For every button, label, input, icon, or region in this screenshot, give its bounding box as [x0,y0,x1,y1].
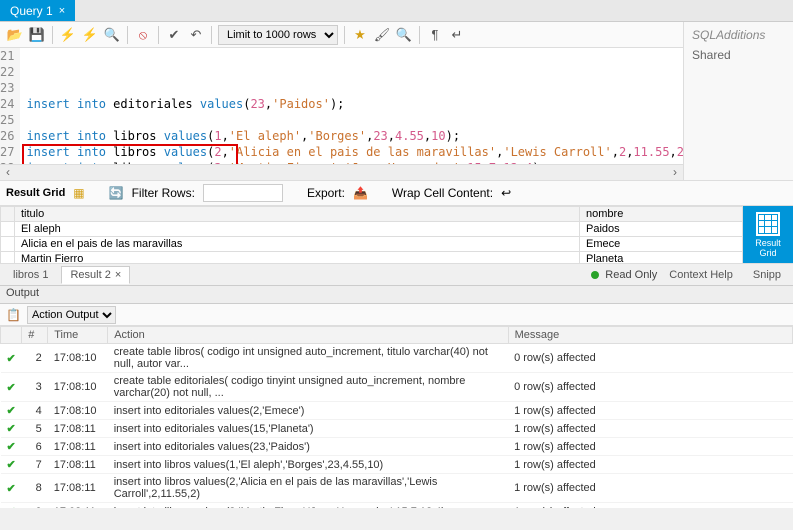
output-row[interactable]: ✔917:08:11insert into libros values(3,'M… [1,503,793,509]
result-tabs: libros 1 Result 2 × Read Only Context He… [0,264,793,286]
commit-icon[interactable]: ✔ [165,26,183,44]
read-only-label: Read Only [605,269,657,281]
stop-icon[interactable]: ⦸ [134,26,152,44]
refresh-icon[interactable]: 🔄 [109,186,124,200]
filter-input[interactable] [203,184,283,202]
output-row[interactable]: ✔817:08:11insert into libros values(2,'A… [1,474,793,503]
output-row[interactable]: ✔517:08:11insert into editoriales values… [1,420,793,438]
result-grid-label: Result Grid [6,187,65,199]
wrap-label: Wrap Cell Content: [392,186,493,200]
output-row[interactable]: ✔217:08:10create table libros( codigo in… [1,344,793,373]
wrap-icon[interactable]: ↵ [448,26,466,44]
result-grid-icon[interactable]: ▦ [73,186,84,200]
beautify-icon[interactable]: 🖌 [373,26,391,44]
find-icon[interactable]: 🔍 [395,26,413,44]
output-row[interactable]: ✔417:08:10insert into editoriales values… [1,402,793,420]
side-title: SQLAdditions [692,28,785,42]
sql-editor[interactable]: 21222324252627282930 insert into editori… [0,48,683,164]
wrap-cell-icon[interactable]: ↩ [501,186,511,200]
export-label: Export: [307,186,345,200]
tab-libros-1[interactable]: libros 1 [4,266,57,284]
grid-icon [756,212,780,236]
output-table[interactable]: #TimeActionMessage✔217:08:10create table… [0,326,793,508]
output-header: Output [0,286,793,304]
execute-icon[interactable]: ⚡ [59,26,77,44]
rollback-icon[interactable]: ↶ [187,26,205,44]
export-icon[interactable]: 📤 [353,186,368,200]
editor-hscroll[interactable]: ‹ › [0,164,683,180]
tab-query-1[interactable]: Query 1 × [0,0,75,21]
output-row[interactable]: ✔717:08:11insert into libros values(1,'E… [1,456,793,474]
filter-label: Filter Rows: [132,186,195,200]
side-shared[interactable]: Shared [692,48,785,62]
close-icon[interactable]: × [115,269,121,281]
close-icon[interactable]: × [59,5,65,17]
context-help-tab[interactable]: Context Help [661,266,741,284]
result-grid-tab[interactable]: Result Grid [743,206,793,263]
editor-toolbar: 📂 💾 ⚡ ⚡ 🔍 ⦸ ✔ ↶ Limit to 1000 rows ★ 🖌 🔍… [0,22,683,48]
execute-step-icon[interactable]: ⚡ [81,26,99,44]
snippets-tab[interactable]: Snipp [745,266,789,284]
save-icon[interactable]: 💾 [28,26,46,44]
tab-result-2[interactable]: Result 2 × [61,266,130,284]
open-file-icon[interactable]: 📂 [6,26,24,44]
output-row[interactable]: ✔617:08:11insert into editoriales values… [1,438,793,456]
line-gutter: 21222324252627282930 [0,48,20,164]
explain-icon[interactable]: 🔍 [103,26,121,44]
toggle-invisible-icon[interactable]: ¶ [426,26,444,44]
result-toolbar: Result Grid ▦ 🔄 Filter Rows: Export: 📤 W… [0,180,793,206]
output-row[interactable]: ✔317:08:10create table editoriales( codi… [1,373,793,402]
output-action-bar: 📋 Action Output [0,304,793,326]
status-dot-icon [591,271,599,279]
action-output-select[interactable]: Action Output [27,306,116,324]
output-list-icon[interactable]: 📋 [6,308,21,322]
query-tab-bar: Query 1 × [0,0,793,22]
code-area[interactable]: insert into editoriales values(23,'Paido… [20,48,683,164]
scroll-right-icon[interactable]: › [667,165,683,180]
limit-rows-select[interactable]: Limit to 1000 rows [218,25,338,45]
tab-label: Query 1 [10,4,53,18]
scroll-left-icon[interactable]: ‹ [0,165,16,180]
favorite-icon[interactable]: ★ [351,26,369,44]
result-grid[interactable]: titulonombreEl alephPaidosAlicia en el p… [0,206,743,263]
sql-additions-panel: SQLAdditions Shared [683,22,793,180]
